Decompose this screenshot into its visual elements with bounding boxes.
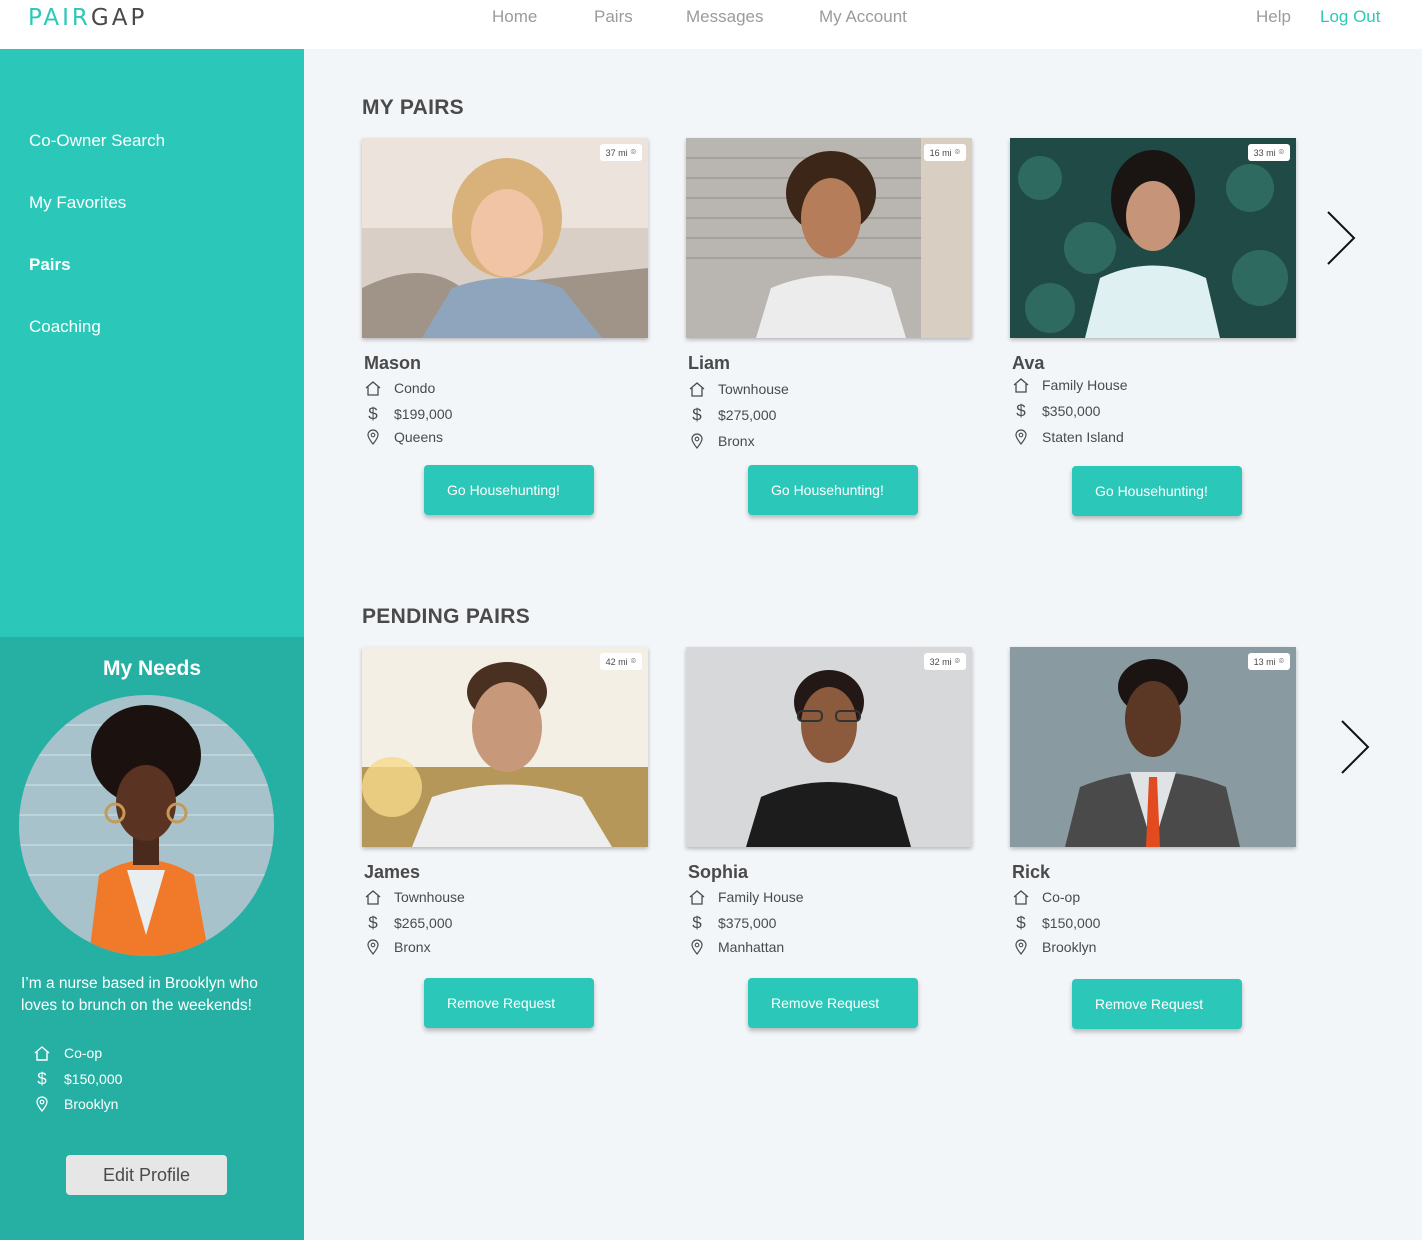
avatar — [19, 695, 274, 956]
nav-home[interactable]: Home — [492, 7, 537, 27]
location-pin-icon — [1012, 938, 1030, 956]
distance-badge: 42 mi ⌾ — [599, 653, 642, 670]
sidebar-item-pairs[interactable]: Pairs — [29, 255, 71, 275]
top-header: PAIRGAP Home Pairs Messages My Account H… — [0, 0, 1422, 49]
go-househunting-button[interactable]: Go Househunting! — [748, 465, 918, 515]
distance-badge: 13 mi ⌾ — [1247, 653, 1290, 670]
pair-name: Liam — [688, 353, 731, 373]
profile-photo[interactable]: 42 mi ⌾ — [362, 647, 648, 847]
location-pin-icon: ⌾ — [954, 656, 960, 666]
profile-photo[interactable]: 33 mi ⌾ — [1010, 138, 1296, 338]
sidebar: Co-Owner Search My Favorites Pairs Coach… — [0, 49, 304, 637]
sidebar-item-co-owner-search[interactable]: Co-Owner Search — [29, 131, 165, 151]
house-icon — [1012, 888, 1030, 906]
dollar-icon: $ — [368, 404, 378, 423]
distance-badge: 37 mi ⌾ — [599, 144, 642, 161]
pending-location: Brooklyn — [1012, 938, 1096, 956]
location-pin-icon — [33, 1095, 51, 1113]
pending-name: Sophia — [688, 862, 749, 882]
profile-photo[interactable]: 37 mi ⌾ — [362, 138, 648, 338]
pair-name: Mason — [364, 353, 422, 373]
profile-photo[interactable]: 32 mi ⌾ — [686, 647, 972, 847]
pair-price: $ $275,000 — [688, 405, 776, 424]
nav-my-account[interactable]: My Account — [819, 7, 907, 27]
house-icon — [33, 1044, 51, 1062]
pair-location: Bronx — [688, 432, 755, 450]
my-pairs-title: MY PAIRS — [362, 96, 464, 119]
pending-price: $ $150,000 — [1012, 913, 1100, 932]
sidebar-item-coaching[interactable]: Coaching — [29, 317, 101, 337]
pair-price: $ $199,000 — [364, 404, 452, 423]
dollar-icon: $ — [692, 913, 702, 932]
nav-messages[interactable]: Messages — [686, 7, 763, 27]
location-pin-icon: ⌾ — [1278, 656, 1284, 666]
pending-location: Bronx — [364, 938, 431, 956]
location-pin-icon — [688, 432, 706, 450]
location-pin-icon — [1012, 428, 1030, 446]
location-pin-icon: ⌾ — [630, 147, 636, 157]
location-pin-icon: ⌾ — [630, 656, 636, 666]
chevron-right-icon[interactable] — [1338, 719, 1372, 775]
location-pin-icon — [688, 938, 706, 956]
go-househunting-button[interactable]: Go Househunting! — [424, 465, 594, 515]
profile-photo[interactable]: 16 mi ⌾ — [686, 138, 972, 338]
house-icon — [688, 888, 706, 906]
logout-link[interactable]: Log Out — [1320, 7, 1381, 27]
pending-type: Townhouse — [364, 888, 465, 906]
my-needs-panel: My Needs I’m a nurse based in Brooklyn w… — [0, 637, 304, 1240]
pair-price: $ $350,000 — [1012, 401, 1100, 420]
dollar-icon: $ — [1016, 401, 1026, 420]
house-icon — [364, 888, 382, 906]
distance-badge: 16 mi ⌾ — [923, 144, 966, 161]
dollar-icon: $ — [368, 913, 378, 932]
remove-request-button[interactable]: Remove Request — [748, 978, 918, 1028]
distance-badge: 33 mi ⌾ — [1247, 144, 1290, 161]
profile-photo[interactable]: 13 mi ⌾ — [1010, 647, 1296, 847]
location-pin-icon: ⌾ — [954, 147, 960, 157]
pending-type: Family House — [688, 888, 804, 906]
edit-profile-button[interactable]: Edit Profile — [66, 1155, 227, 1195]
remove-request-button[interactable]: Remove Request — [424, 978, 594, 1028]
nav-pairs[interactable]: Pairs — [594, 7, 633, 27]
pending-price: $ $375,000 — [688, 913, 776, 932]
logo[interactable]: PAIRGAP — [28, 5, 147, 31]
house-icon — [364, 379, 382, 397]
house-icon — [1012, 376, 1030, 394]
sidebar-item-my-favorites[interactable]: My Favorites — [29, 193, 126, 213]
pair-type: Family House — [1012, 376, 1128, 394]
location-pin-icon: ⌾ — [1278, 147, 1284, 157]
pending-name: Rick — [1012, 862, 1051, 882]
distance-badge: 32 mi ⌾ — [923, 653, 966, 670]
pair-location: Staten Island — [1012, 428, 1124, 446]
needs-location: Brooklyn — [33, 1095, 118, 1113]
my-needs-title: My Needs — [102, 657, 202, 680]
location-pin-icon — [364, 428, 382, 446]
remove-request-button[interactable]: Remove Request — [1072, 979, 1242, 1029]
nav-help[interactable]: Help — [1256, 7, 1291, 27]
pair-type: Condo — [364, 379, 435, 397]
needs-price: $ $150,000 — [33, 1069, 122, 1088]
pair-name: Ava — [1012, 353, 1045, 373]
pending-location: Manhattan — [688, 938, 784, 956]
dollar-icon: $ — [1016, 913, 1026, 932]
house-icon — [688, 380, 706, 398]
location-pin-icon — [364, 938, 382, 956]
dollar-icon: $ — [692, 405, 702, 424]
pair-location: Queens — [364, 428, 443, 446]
pending-pairs-title: PENDING PAIRS — [362, 605, 531, 628]
needs-bio: I’m a nurse based in Brooklyn who loves … — [21, 975, 258, 1014]
needs-property-type: Co-op — [33, 1044, 102, 1062]
pair-type: Townhouse — [688, 380, 789, 398]
chevron-right-icon[interactable] — [1324, 210, 1358, 266]
pending-name: James — [364, 862, 421, 882]
go-househunting-button[interactable]: Go Househunting! — [1072, 466, 1242, 516]
pending-price: $ $265,000 — [364, 913, 452, 932]
dollar-icon: $ — [37, 1069, 47, 1088]
pending-type: Co-op — [1012, 888, 1080, 906]
